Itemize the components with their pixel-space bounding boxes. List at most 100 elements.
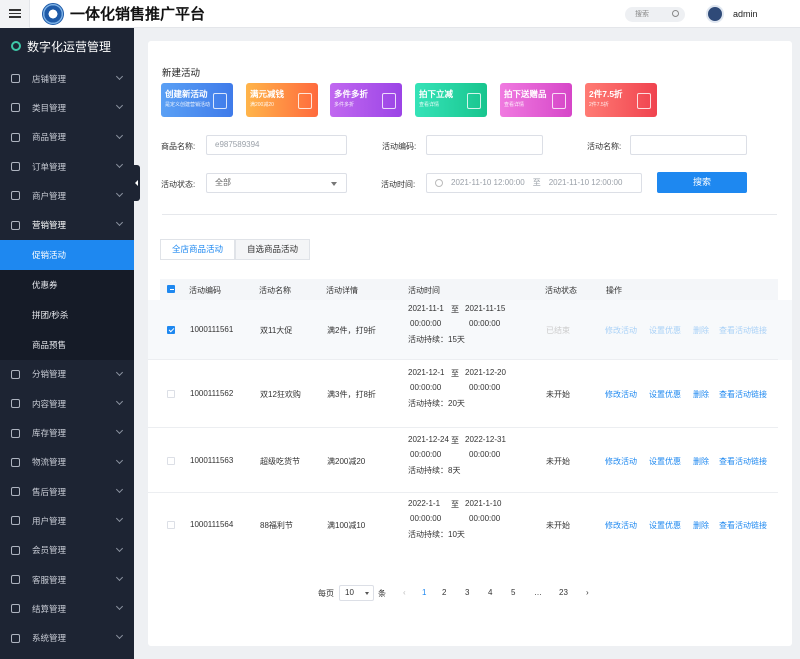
row-action[interactable]: 修改活动	[605, 389, 637, 400]
sidebar-title: 数字化运营管理	[0, 28, 134, 64]
page-number[interactable]: 5	[511, 588, 515, 597]
tab-selected-activity[interactable]: 自选商品活动	[235, 239, 310, 260]
row-status: 未开始	[546, 390, 570, 399]
sidebar-item[interactable]: 分销管理	[0, 360, 134, 389]
col-status: 活动状态	[545, 286, 577, 295]
chevron-down-icon	[115, 102, 124, 110]
sidebar-item-label: 会员管理	[32, 545, 67, 556]
row-end-date: 2022-12-31	[465, 434, 506, 444]
row-action[interactable]: 设置优惠	[649, 456, 681, 467]
sidebar-item-label: 库存管理	[32, 428, 67, 439]
activity-card[interactable]: 满元减钱 满200减20	[246, 83, 318, 117]
row-code: 1000111562	[190, 389, 234, 398]
sidebar-item[interactable]: 会员管理	[0, 536, 134, 565]
activity-card[interactable]: 拍下立减 查看详情	[415, 83, 487, 117]
sidebar-item-label: 订单管理	[32, 161, 67, 172]
sidebar: 数字化运营管理 店铺管理 类目管理 商品管理订单管理商户管理 营销管理 促销活动 优惠券…	[0, 28, 134, 659]
row-action[interactable]: 修改活动	[605, 520, 637, 531]
sidebar-subitem[interactable]: 促销活动	[0, 239, 134, 270]
sidebar-subitem[interactable]: 拼团/秒杀	[0, 299, 134, 330]
chevron-down-icon	[115, 603, 124, 611]
product-name-label: 商品名称:	[161, 142, 196, 151]
row-action[interactable]: 查看活动链接	[719, 456, 767, 467]
username[interactable]: admin	[733, 9, 758, 19]
page-number[interactable]: …	[534, 588, 542, 597]
chevron-down-icon	[115, 544, 124, 552]
page-number[interactable]: 23	[559, 588, 568, 597]
page-number[interactable]: 4	[488, 588, 492, 597]
sidebar-item[interactable]: 店铺管理	[0, 64, 134, 93]
sidebar-item[interactable]: 用户管理	[0, 506, 134, 535]
row-action[interactable]: 删除	[693, 389, 709, 400]
row-action[interactable]: 设置优惠	[649, 325, 681, 336]
activity-card[interactable]: 拍下送赠品 查看详情	[500, 83, 572, 117]
row-checkbox[interactable]	[167, 456, 175, 465]
row-checkbox[interactable]	[167, 390, 175, 398]
row-code: 1000111561	[190, 325, 234, 334]
sidebar-item-label: 客服管理	[32, 574, 67, 585]
sidebar-item[interactable]: 物流管理	[0, 448, 134, 477]
sidebar-item[interactable]: 营销管理	[0, 210, 134, 239]
per-page-unit: 条	[378, 589, 386, 598]
row-end-time: 00:00:00	[469, 383, 501, 392]
sidebar-item[interactable]: 类目管理	[0, 93, 134, 122]
top-search-input[interactable]: 搜索	[625, 7, 685, 22]
row-action[interactable]: 删除	[693, 325, 709, 336]
page-number[interactable]: 2	[442, 588, 446, 597]
row-action[interactable]: 查看活动链接	[719, 520, 767, 531]
sidebar-item[interactable]: 系统管理	[0, 623, 134, 652]
row-action[interactable]: 设置优惠	[649, 520, 681, 531]
menu-toggle-icon[interactable]	[0, 0, 30, 28]
prev-page-icon[interactable]: ‹	[403, 588, 406, 597]
row-action[interactable]: 查看活动链接	[719, 389, 767, 400]
row-action[interactable]: 查看活动链接	[719, 325, 767, 336]
search-button[interactable]: 搜索	[657, 172, 747, 193]
sidebar-subitem[interactable]: 商品预售	[0, 329, 134, 360]
row-divider	[148, 359, 778, 360]
sidebar-item[interactable]: 库存管理	[0, 418, 134, 447]
tab-store-activity[interactable]: 全店商品活动	[160, 239, 235, 260]
menu-icon	[11, 487, 20, 497]
avatar[interactable]	[706, 5, 724, 23]
sidebar-item[interactable]: 内容管理	[0, 389, 134, 418]
row-action[interactable]: 修改活动	[605, 325, 637, 336]
platform-title: 一体化销售推广平台	[70, 6, 206, 23]
activity-status-select[interactable]: 全部	[206, 173, 347, 193]
activity-time-range[interactable]: 2021-11-10 12:00:00 至 2021-11-10 12:00:00	[426, 173, 642, 193]
sidebar-item[interactable]: 订单管理	[0, 152, 134, 181]
sidebar-subitem[interactable]: 优惠券	[0, 269, 134, 300]
row-action[interactable]: 删除	[693, 456, 709, 467]
chevron-down-icon	[115, 573, 124, 581]
activity-code-label: 活动编码:	[382, 142, 417, 151]
sidebar-item[interactable]: 售后管理	[0, 477, 134, 506]
activity-name-input[interactable]	[630, 135, 747, 155]
select-all-checkbox[interactable]	[167, 285, 175, 293]
row-start-date: 2021-11-1	[408, 304, 444, 313]
row-action[interactable]: 设置优惠	[649, 389, 681, 400]
next-page-icon[interactable]: ›	[586, 588, 589, 597]
sidebar-item[interactable]: 客服管理	[0, 565, 134, 594]
per-page-select[interactable]: 10	[339, 585, 374, 601]
col-detail: 活动详情	[326, 286, 358, 295]
row-end-time: 00:00:00	[469, 319, 501, 328]
sidebar-item[interactable]: 结算管理	[0, 594, 134, 623]
top-bar: 一体化销售推广平台 搜索 admin	[0, 0, 800, 28]
product-name-input[interactable]: e987589394	[206, 135, 347, 155]
page-number[interactable]: 3	[465, 588, 469, 597]
activity-card[interactable]: 2件7.5折 2件7.5折	[585, 83, 657, 117]
row-checkbox[interactable]	[167, 521, 175, 529]
sidebar-item[interactable]: 商户管理	[0, 181, 134, 210]
sidebar-item[interactable]: 商品管理	[0, 123, 134, 152]
row-code: 1000111563	[190, 455, 234, 465]
row-action[interactable]: 删除	[693, 520, 709, 531]
sidebar-collapse-handle[interactable]	[134, 165, 140, 201]
col-code: 活动编码	[189, 286, 221, 295]
activity-card[interactable]: 创建新活动 是定义创建营销活动	[161, 83, 233, 117]
page-number[interactable]: 1	[422, 588, 426, 597]
per-page-label: 每页	[318, 589, 334, 598]
row-action[interactable]: 修改活动	[605, 456, 637, 467]
activity-card[interactable]: 多件多折 多件多折	[330, 83, 402, 117]
menu-icon	[11, 103, 20, 113]
row-checkbox[interactable]	[167, 326, 175, 334]
activity-code-input[interactable]	[426, 135, 543, 155]
